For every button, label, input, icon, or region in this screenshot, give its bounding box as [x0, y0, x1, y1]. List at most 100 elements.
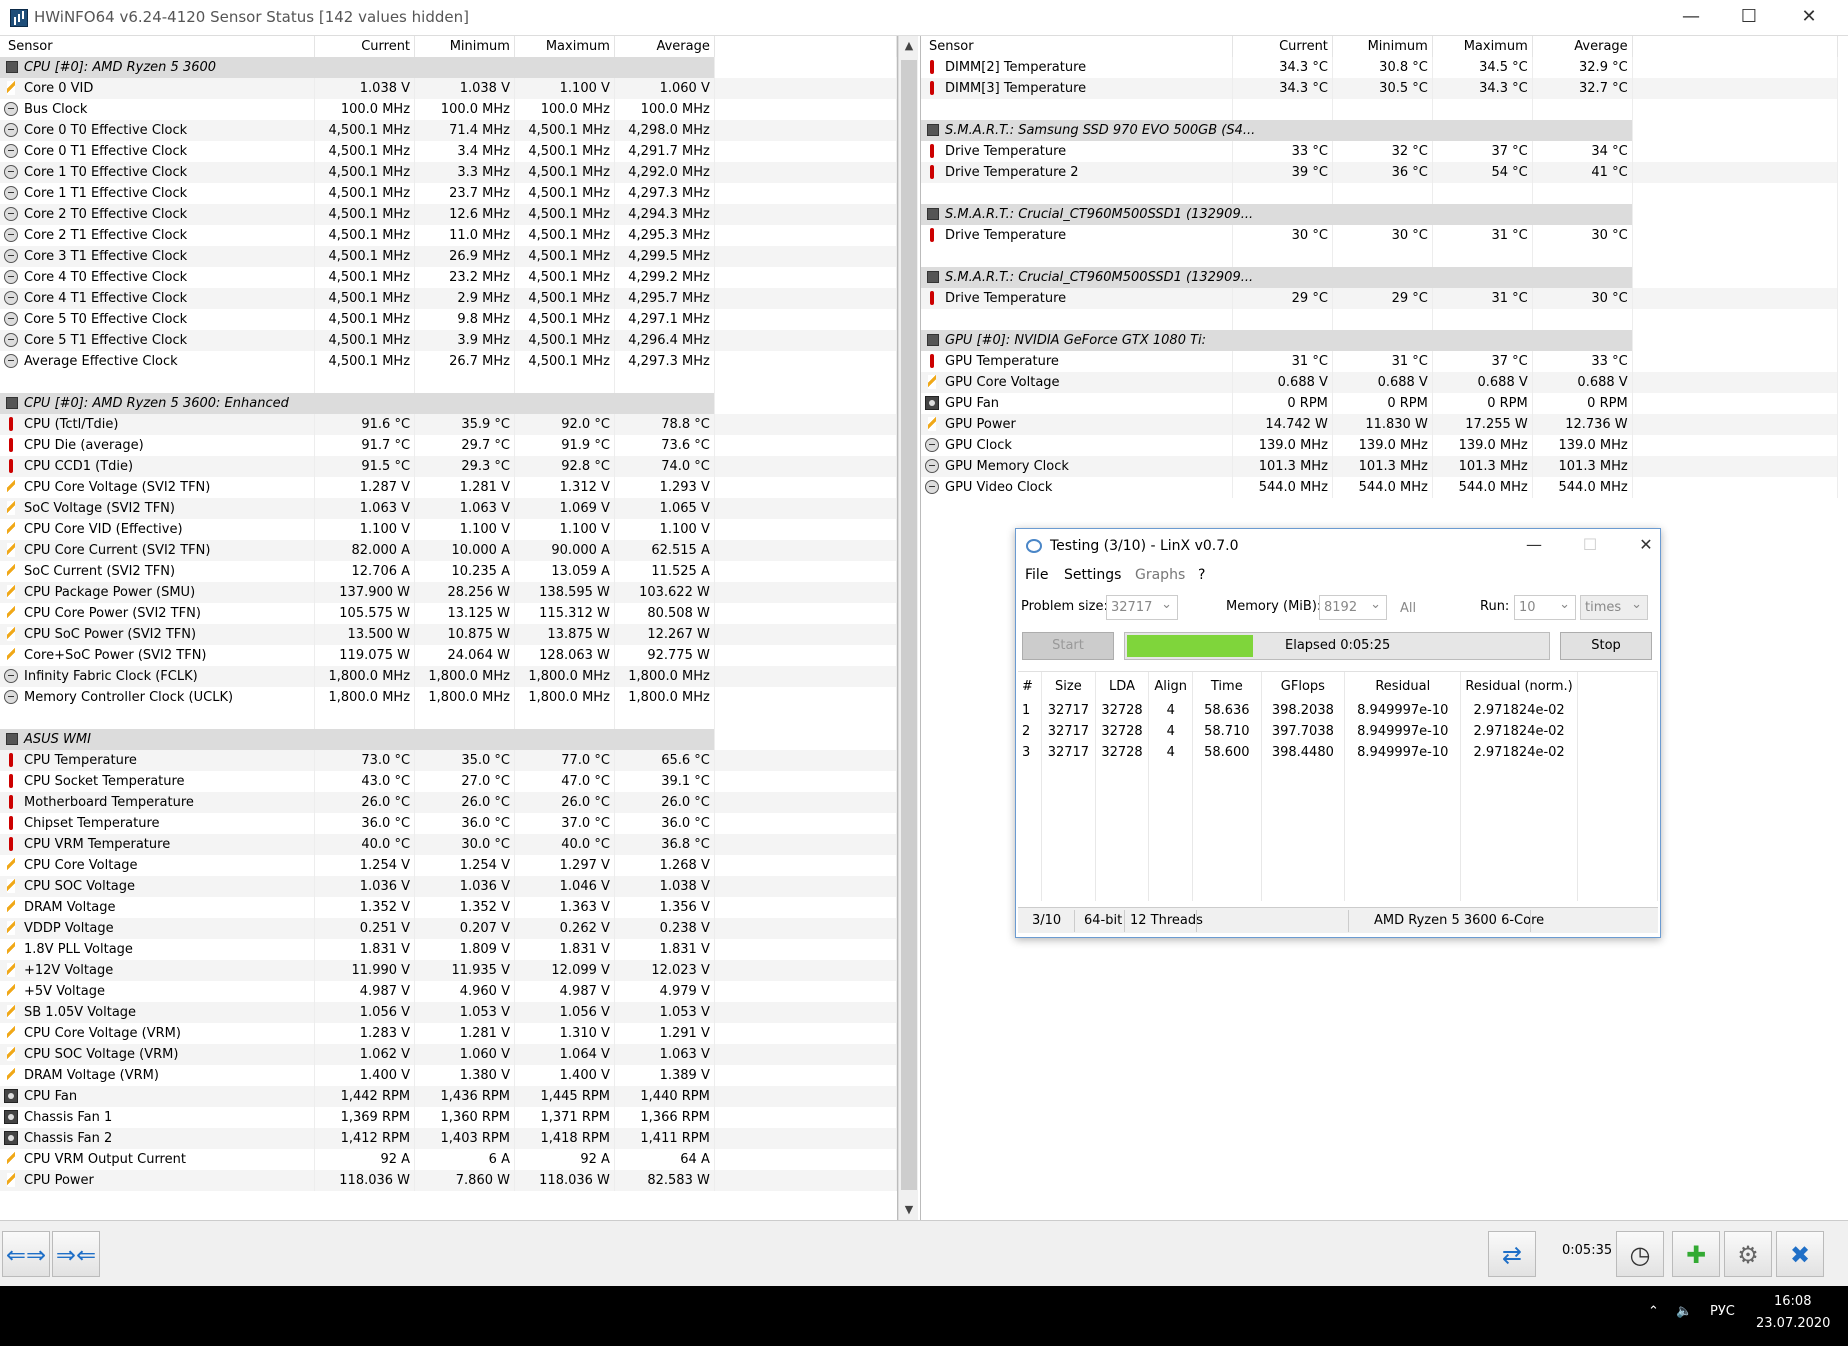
sensor-row[interactable]: VDDP Voltage 0.251 V 0.207 V 0.262 V 0.238 V	[0, 918, 897, 939]
results-col-header[interactable]: Time	[1192, 672, 1262, 700]
sensor-row[interactable]: Core 3 T1 Effective Clock 4,500.1 MHz 26.9…	[0, 246, 897, 267]
results-col-header[interactable]: Size	[1041, 672, 1096, 700]
problem-size-combo[interactable]: 32717	[1106, 593, 1178, 620]
sensor-row[interactable]: Memory Controller Clock (UCLK) 1,800.0 MH…	[0, 687, 897, 708]
sensor-row[interactable]: SoC Voltage (SVI2 TFN) 1.063 V 1.063 V 1.06…	[0, 498, 897, 519]
sensor-row[interactable]: Drive Temperature 2 39 °C 36 °C 54 °C 41 °C	[921, 162, 1838, 183]
sensor-row[interactable]: CPU VRM Temperature 40.0 °C 30.0 °C 40.0 °C…	[0, 834, 897, 855]
sensor-row[interactable]: DRAM Voltage 1.352 V 1.352 V 1.363 V 1.356 V	[0, 897, 897, 918]
sensor-row[interactable]: 1.8V PLL Voltage 1.831 V 1.809 V 1.831 V 1.8…	[0, 939, 897, 960]
sensor-row[interactable]: Core+SoC Power (SVI2 TFN) 119.075 W 24.064…	[0, 645, 897, 666]
sensor-row[interactable]: Core 2 T0 Effective Clock 4,500.1 MHz 12.6…	[0, 204, 897, 225]
sensor-row[interactable]: Core 4 T1 Effective Clock 4,500.1 MHz 2.9 …	[0, 288, 897, 309]
col-header-current[interactable]: Current	[314, 36, 416, 57]
sensor-row[interactable]: +5V Voltage 4.987 V 4.960 V 4.987 V 4.979 V	[0, 981, 897, 1002]
clock-button[interactable]: ◷	[1616, 1231, 1664, 1277]
sensor-row[interactable]: CPU Core Voltage (VRM) 1.283 V 1.281 V 1.31…	[0, 1023, 897, 1044]
menu-file[interactable]: File	[1025, 567, 1048, 583]
sensor-row[interactable]: DIMM[2] Temperature 34.3 °C 30.8 °C 34.5 °C…	[921, 57, 1838, 78]
sensor-row[interactable]: Motherboard Temperature 26.0 °C 26.0 °C 26.…	[0, 792, 897, 813]
sensor-row[interactable]: Core 1 T1 Effective Clock 4,500.1 MHz 23.7…	[0, 183, 897, 204]
sensor-row[interactable]: GPU Temperature 31 °C 31 °C 37 °C 33 °C	[921, 351, 1838, 372]
results-col-header[interactable]: GFlops	[1261, 672, 1346, 700]
sensor-row[interactable]: Core 0 T1 Effective Clock 4,500.1 MHz 3.4 …	[0, 141, 897, 162]
sensor-row[interactable]: DRAM Voltage (VRM) 1.400 V 1.380 V 1.400 V1…	[0, 1065, 897, 1086]
col-header-minimum[interactable]: Minimum	[414, 36, 515, 57]
sensor-row[interactable]: GPU Fan 0 RPM 0 RPM 0 RPM 0 RPM	[921, 393, 1838, 414]
sensor-row[interactable]: CPU CCD1 (Tdie) 91.5 °C 29.3 °C 92.8 °C 74.0…	[0, 456, 897, 477]
sensor-row[interactable]: CPU Temperature 73.0 °C 35.0 °C 77.0 °C 65.6…	[0, 750, 897, 771]
sensor-group-header[interactable]: S.M.A.R.T.: Crucial_CT960M500SSD1 (13290…	[921, 267, 1838, 288]
clock-time[interactable]: 16:08	[1774, 1294, 1811, 1309]
sensor-row[interactable]: GPU Core Voltage 0.688 V 0.688 V 0.688 V 0.6…	[921, 372, 1838, 393]
sensor-group-header[interactable]: S.M.A.R.T.: Samsung SSD 970 EVO 500GB (S…	[921, 120, 1838, 141]
sensor-row[interactable]: Infinity Fabric Clock (FCLK) 1,800.0 MHz 1…	[0, 666, 897, 687]
sensor-row[interactable]: Drive Temperature 33 °C 32 °C 37 °C 34 °C	[921, 141, 1838, 162]
sensor-row[interactable]: Core 5 T1 Effective Clock 4,500.1 MHz 3.9 …	[0, 330, 897, 351]
sensor-row[interactable]: CPU Fan 1,442 RPM 1,436 RPM 1,445 RPM 1,440 …	[0, 1086, 897, 1107]
results-row[interactable]: 3 32717 32728 4 58.600 398.4480 8.949997e-10 2.…	[1018, 742, 1658, 763]
minimize-button[interactable]: —	[1662, 0, 1720, 34]
sensor-row[interactable]: CPU Power 118.036 W 7.860 W 118.036 W 82.583…	[0, 1170, 897, 1191]
sensor-row[interactable]: Core 1 T0 Effective Clock 4,500.1 MHz 3.3 …	[0, 162, 897, 183]
sensor-row[interactable]: Core 0 VID 1.038 V 1.038 V 1.100 V 1.060 V	[0, 78, 897, 99]
scrollbar-thumb[interactable]	[901, 60, 917, 1190]
close-button[interactable]: ✕	[1780, 0, 1838, 34]
sensor-row[interactable]: Core 4 T0 Effective Clock 4,500.1 MHz 23.2…	[0, 267, 897, 288]
col-header-average[interactable]: Average	[1532, 36, 1633, 57]
results-col-header[interactable]: Align	[1148, 672, 1194, 700]
results-col-header[interactable]: #	[1018, 672, 1043, 700]
menu-help[interactable]: ?	[1198, 567, 1205, 583]
sensor-group-header[interactable]: CPU [#0]: AMD Ryzen 5 3600: Enhanced	[0, 393, 897, 414]
results-col-header[interactable]: LDA	[1095, 672, 1150, 700]
sensor-row[interactable]: Chipset Temperature 36.0 °C 36.0 °C 37.0 °C…	[0, 813, 897, 834]
sensor-row[interactable]: Drive Temperature 30 °C 30 °C 31 °C 30 °C	[921, 225, 1838, 246]
sensor-row[interactable]: CPU (Tctl/Tdie) 91.6 °C 35.9 °C 92.0 °C 78.8…	[0, 414, 897, 435]
memory-combo[interactable]: 8192	[1319, 593, 1387, 620]
results-col-header[interactable]: Residual	[1344, 672, 1462, 700]
results-row[interactable]: 2 32717 32728 4 58.710 397.7038 8.949997e-10 2.…	[1018, 721, 1658, 742]
sensor-row[interactable]: CPU SOC Voltage (VRM) 1.062 V 1.060 V 1.064…	[0, 1044, 897, 1065]
sensor-row[interactable]: GPU Clock 139.0 MHz 139.0 MHz 139.0 MHz 139.…	[921, 435, 1838, 456]
results-row[interactable]: 1 32717 32728 4 58.636 398.2038 8.949997e-10 2.…	[1018, 700, 1658, 721]
sensor-row[interactable]: Drive Temperature 29 °C 29 °C 31 °C 30 °C	[921, 288, 1838, 309]
sensor-row[interactable]: Chassis Fan 2 1,412 RPM 1,403 RPM 1,418 RPM…	[0, 1128, 897, 1149]
sensor-row[interactable]: GPU Power 14.742 W 11.830 W 17.255 W 12.736 …	[921, 414, 1838, 435]
collapse-arrows-button[interactable]: ⇒⇐	[52, 1231, 100, 1277]
sensor-group-header[interactable]: ASUS WMI	[0, 729, 897, 750]
settings-button[interactable]: ⚙	[1724, 1231, 1772, 1277]
clock-date[interactable]: 23.07.2020	[1756, 1316, 1830, 1331]
linx-close-button[interactable]: ✕	[1618, 529, 1674, 561]
sensor-row[interactable]: CPU Socket Temperature 43.0 °C 27.0 °C 47.0…	[0, 771, 897, 792]
sensor-row[interactable]: DIMM[3] Temperature 34.3 °C 30.5 °C 34.3 °C…	[921, 78, 1838, 99]
sensor-row[interactable]: Average Effective Clock 4,500.1 MHz 26.7 M…	[0, 351, 897, 372]
network-button[interactable]: ⇄	[1488, 1231, 1536, 1277]
all-checkbox-label[interactable]: All	[1400, 601, 1416, 616]
keyboard-language[interactable]: РУС	[1710, 1304, 1735, 1319]
run-unit-combo[interactable]: times	[1580, 593, 1648, 620]
sensor-row[interactable]: CPU SoC Power (SVI2 TFN) 13.500 W 10.875 W…	[0, 624, 897, 645]
sensor-group-header[interactable]: GPU [#0]: NVIDIA GeForce GTX 1080 Ti:	[921, 330, 1838, 351]
run-count-combo[interactable]: 10	[1514, 593, 1576, 620]
left-panel-scrollbar[interactable]: ▲ ▼	[898, 36, 918, 1220]
col-header-current[interactable]: Current	[1232, 36, 1333, 57]
menu-graphs[interactable]: Graphs	[1135, 567, 1185, 583]
col-header-sensor[interactable]: Sensor	[0, 36, 316, 57]
sensor-row[interactable]: Core 2 T1 Effective Clock 4,500.1 MHz 11.0…	[0, 225, 897, 246]
menu-settings[interactable]: Settings	[1064, 567, 1121, 583]
sensor-row[interactable]: CPU SOC Voltage 1.036 V 1.036 V 1.046 V 1.03…	[0, 876, 897, 897]
sensor-row[interactable]: Core 5 T0 Effective Clock 4,500.1 MHz 9.8 …	[0, 309, 897, 330]
sensor-row[interactable]: Core 0 T0 Effective Clock 4,500.1 MHz 71.4…	[0, 120, 897, 141]
sensor-row[interactable]: CPU Package Power (SMU) 137.900 W 28.256 W…	[0, 582, 897, 603]
sensor-row[interactable]: CPU Die (average) 91.7 °C 29.7 °C 91.9 °C 73…	[0, 435, 897, 456]
linx-window[interactable]: Testing (3/10) - LinX v0.7.0 — ☐ ✕ File …	[1015, 528, 1661, 938]
exit-button[interactable]: ✖	[1776, 1231, 1824, 1277]
scroll-down-arrow-icon[interactable]: ▼	[899, 1200, 919, 1220]
sensor-row[interactable]: CPU Core Voltage (SVI2 TFN) 1.287 V 1.281 …	[0, 477, 897, 498]
sensor-row[interactable]: SB 1.05V Voltage 1.056 V 1.053 V 1.056 V 1.0…	[0, 1002, 897, 1023]
expand-arrows-button[interactable]: ⇐⇒	[2, 1231, 50, 1277]
col-header-average[interactable]: Average	[614, 36, 715, 57]
sensor-row[interactable]: +12V Voltage 11.990 V 11.935 V 12.099 V 12.0…	[0, 960, 897, 981]
col-header-maximum[interactable]: Maximum	[514, 36, 615, 57]
stop-button[interactable]: Stop	[1560, 632, 1652, 660]
